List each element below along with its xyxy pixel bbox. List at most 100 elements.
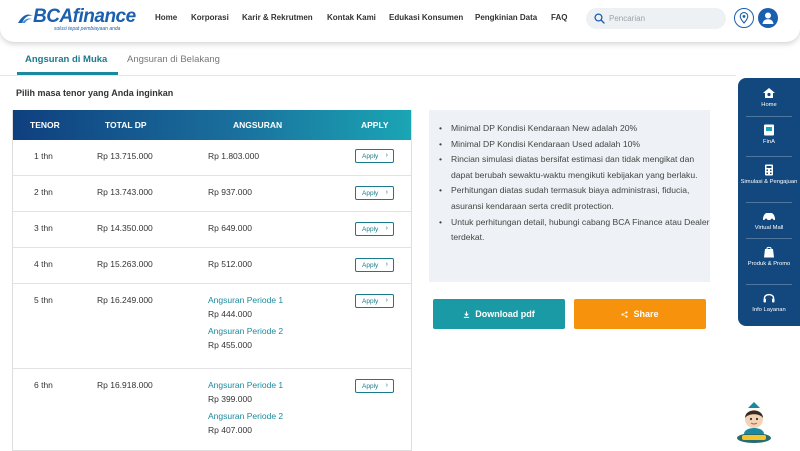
nav-edukasi[interactable]: Edukasi Konsumen — [389, 13, 463, 22]
chat-mascot[interactable] — [734, 400, 774, 444]
info-panel: Minimal DP Kondisi Kendaraan New adalah … — [429, 110, 710, 282]
apply-button[interactable]: Apply › — [355, 379, 394, 393]
period-1-label: Angsuran Periode 1 — [208, 380, 284, 390]
download-pdf-button[interactable]: Download pdf — [433, 299, 565, 329]
angsuran-cell: Rp 1.803.000 — [208, 151, 260, 161]
chevron-right-icon: › — [385, 261, 388, 268]
period-2-value: Rp 455.000 — [208, 340, 252, 350]
table-row: 2 thn Rp 13.743.000 Rp 937.000 Apply › — [13, 176, 411, 212]
sidebar-item-produk-promo[interactable]: Produk & Promo — [738, 246, 800, 268]
sidebar-divider — [746, 202, 792, 203]
info-item: Untuk perhitungan detail, hubungi cabang… — [439, 215, 711, 246]
angsuran-cell: Rp 649.000 — [208, 223, 252, 233]
location-pin-icon — [739, 12, 749, 24]
mascot-icon — [737, 402, 771, 443]
installment-table: TENOR TOTAL DP ANGSURAN APPLY 1 thn Rp 1… — [12, 110, 412, 451]
header-angsuran: ANGSURAN — [233, 120, 283, 130]
sidebar-divider — [746, 238, 792, 239]
sidebar-item-virtual-mall[interactable]: Virtual Mall — [738, 210, 800, 232]
table-header: TENOR TOTAL DP ANGSURAN APPLY — [13, 110, 411, 140]
active-tab-indicator — [17, 72, 118, 75]
period-2-label: Angsuran Periode 2 — [208, 326, 284, 336]
calculator-icon — [765, 164, 773, 176]
nav-pengkinian[interactable]: Pengkinian Data — [475, 13, 537, 22]
home-icon — [763, 88, 775, 98]
download-icon — [464, 310, 470, 318]
apply-button[interactable]: Apply › — [355, 294, 394, 308]
tab-angsuran-di-belakang[interactable]: Angsuran di Belakang — [127, 54, 220, 65]
total-dp-cell: Rp 13.743.000 — [97, 187, 153, 197]
chevron-right-icon: › — [385, 382, 388, 389]
total-dp-cell: Rp 14.350.000 — [97, 223, 153, 233]
info-item: Minimal DP Kondisi Kendaraan New adalah … — [439, 121, 711, 137]
share-label: Share — [633, 309, 659, 319]
fina-icon — [764, 124, 774, 136]
share-icon — [621, 310, 629, 318]
apply-button[interactable]: Apply › — [355, 186, 394, 200]
apply-label: Apply — [362, 297, 379, 305]
sidebar-item-fina[interactable]: FinA — [738, 124, 800, 146]
search-icon[interactable] — [594, 13, 605, 24]
car-icon — [763, 213, 775, 222]
nav-faq[interactable]: FAQ — [551, 13, 567, 22]
installment-tabs: Angsuran di Muka Angsuran di Belakang — [0, 42, 736, 76]
search-box — [586, 8, 726, 29]
sidebar-item-label: Home — [761, 102, 777, 108]
section-title: Pilih masa tenor yang Anda inginkan — [16, 88, 174, 98]
share-button[interactable]: Share — [574, 299, 706, 329]
apply-label: Apply — [362, 261, 379, 269]
apply-label: Apply — [362, 152, 379, 160]
sidebar-item-label: Virtual Mall — [754, 225, 784, 231]
apply-label: Apply — [362, 225, 379, 233]
page: BCAfinance solusi tepat pembiayaan anda … — [0, 0, 800, 451]
nav-home[interactable]: Home — [155, 13, 177, 22]
table-row: 3 thn Rp 14.350.000 Rp 649.000 Apply › — [13, 212, 411, 248]
location-button[interactable] — [734, 8, 754, 28]
nav-korporasi[interactable]: Korporasi — [191, 13, 229, 22]
sidebar-item-label: Info Layanan — [752, 307, 786, 313]
nav-karir[interactable]: Karir & Rekrutmen — [242, 13, 313, 22]
apply-button[interactable]: Apply › — [355, 149, 394, 163]
tenor-cell: 6 thn — [34, 380, 53, 390]
total-dp-cell: Rp 13.715.000 — [97, 151, 153, 161]
table-row: 4 thn Rp 15.263.000 Rp 512.000 Apply › — [13, 248, 411, 284]
headset-icon — [763, 293, 775, 303]
tenor-cell: 2 thn — [34, 187, 53, 197]
logo-mark-icon — [18, 14, 33, 23]
angsuran-cell: Rp 937.000 — [208, 187, 252, 197]
sidebar-item-simulasi[interactable]: Simulasi & Pengajuan — [738, 164, 800, 186]
angsuran-cell: Rp 512.000 — [208, 259, 252, 269]
bcafinance-logo[interactable]: BCAfinance solusi tepat pembiayaan anda — [17, 6, 136, 32]
info-item: Rincian simulasi diatas bersifat estimas… — [439, 152, 711, 183]
tenor-cell: 4 thn — [34, 259, 53, 269]
sidebar-item-label: Produk & Promo — [747, 261, 791, 267]
info-list: Minimal DP Kondisi Kendaraan New adalah … — [439, 121, 711, 246]
total-dp-cell: Rp 16.249.000 — [97, 295, 153, 305]
chevron-right-icon: › — [385, 225, 388, 232]
period-1-label: Angsuran Periode 1 — [208, 295, 284, 305]
tenor-cell: 5 thn — [34, 295, 53, 305]
header-apply: APPLY — [361, 120, 389, 130]
table-row: 6 thn Rp 16.918.000 Angsuran Periode 1 R… — [13, 369, 411, 450]
sidebar-divider — [746, 284, 792, 285]
sidebar-divider — [746, 156, 792, 157]
nav-kontak[interactable]: Kontak Kami — [327, 13, 376, 22]
header-tenor: TENOR — [30, 120, 60, 130]
chevron-right-icon: › — [385, 297, 388, 304]
user-account-button[interactable] — [758, 8, 778, 28]
apply-button[interactable]: Apply › — [355, 222, 394, 236]
period-1-value: Rp 444.000 — [208, 309, 252, 319]
total-dp-cell: Rp 16.918.000 — [97, 380, 153, 390]
sidebar-item-home[interactable]: Home — [738, 87, 800, 109]
search-input[interactable] — [609, 11, 719, 26]
tab-angsuran-di-muka[interactable]: Angsuran di Muka — [25, 54, 107, 65]
tenor-cell: 1 thn — [34, 151, 53, 161]
user-icon — [762, 12, 774, 24]
sidebar-divider — [746, 116, 792, 117]
period-2-label: Angsuran Periode 2 — [208, 411, 284, 421]
sidebar-item-info-layanan[interactable]: Info Layanan — [738, 292, 800, 314]
header: BCAfinance solusi tepat pembiayaan anda … — [0, 0, 800, 42]
sidebar-item-label: Simulasi & Pengajuan — [740, 179, 798, 185]
header-total-dp: TOTAL DP — [105, 120, 147, 130]
apply-button[interactable]: Apply › — [355, 258, 394, 272]
